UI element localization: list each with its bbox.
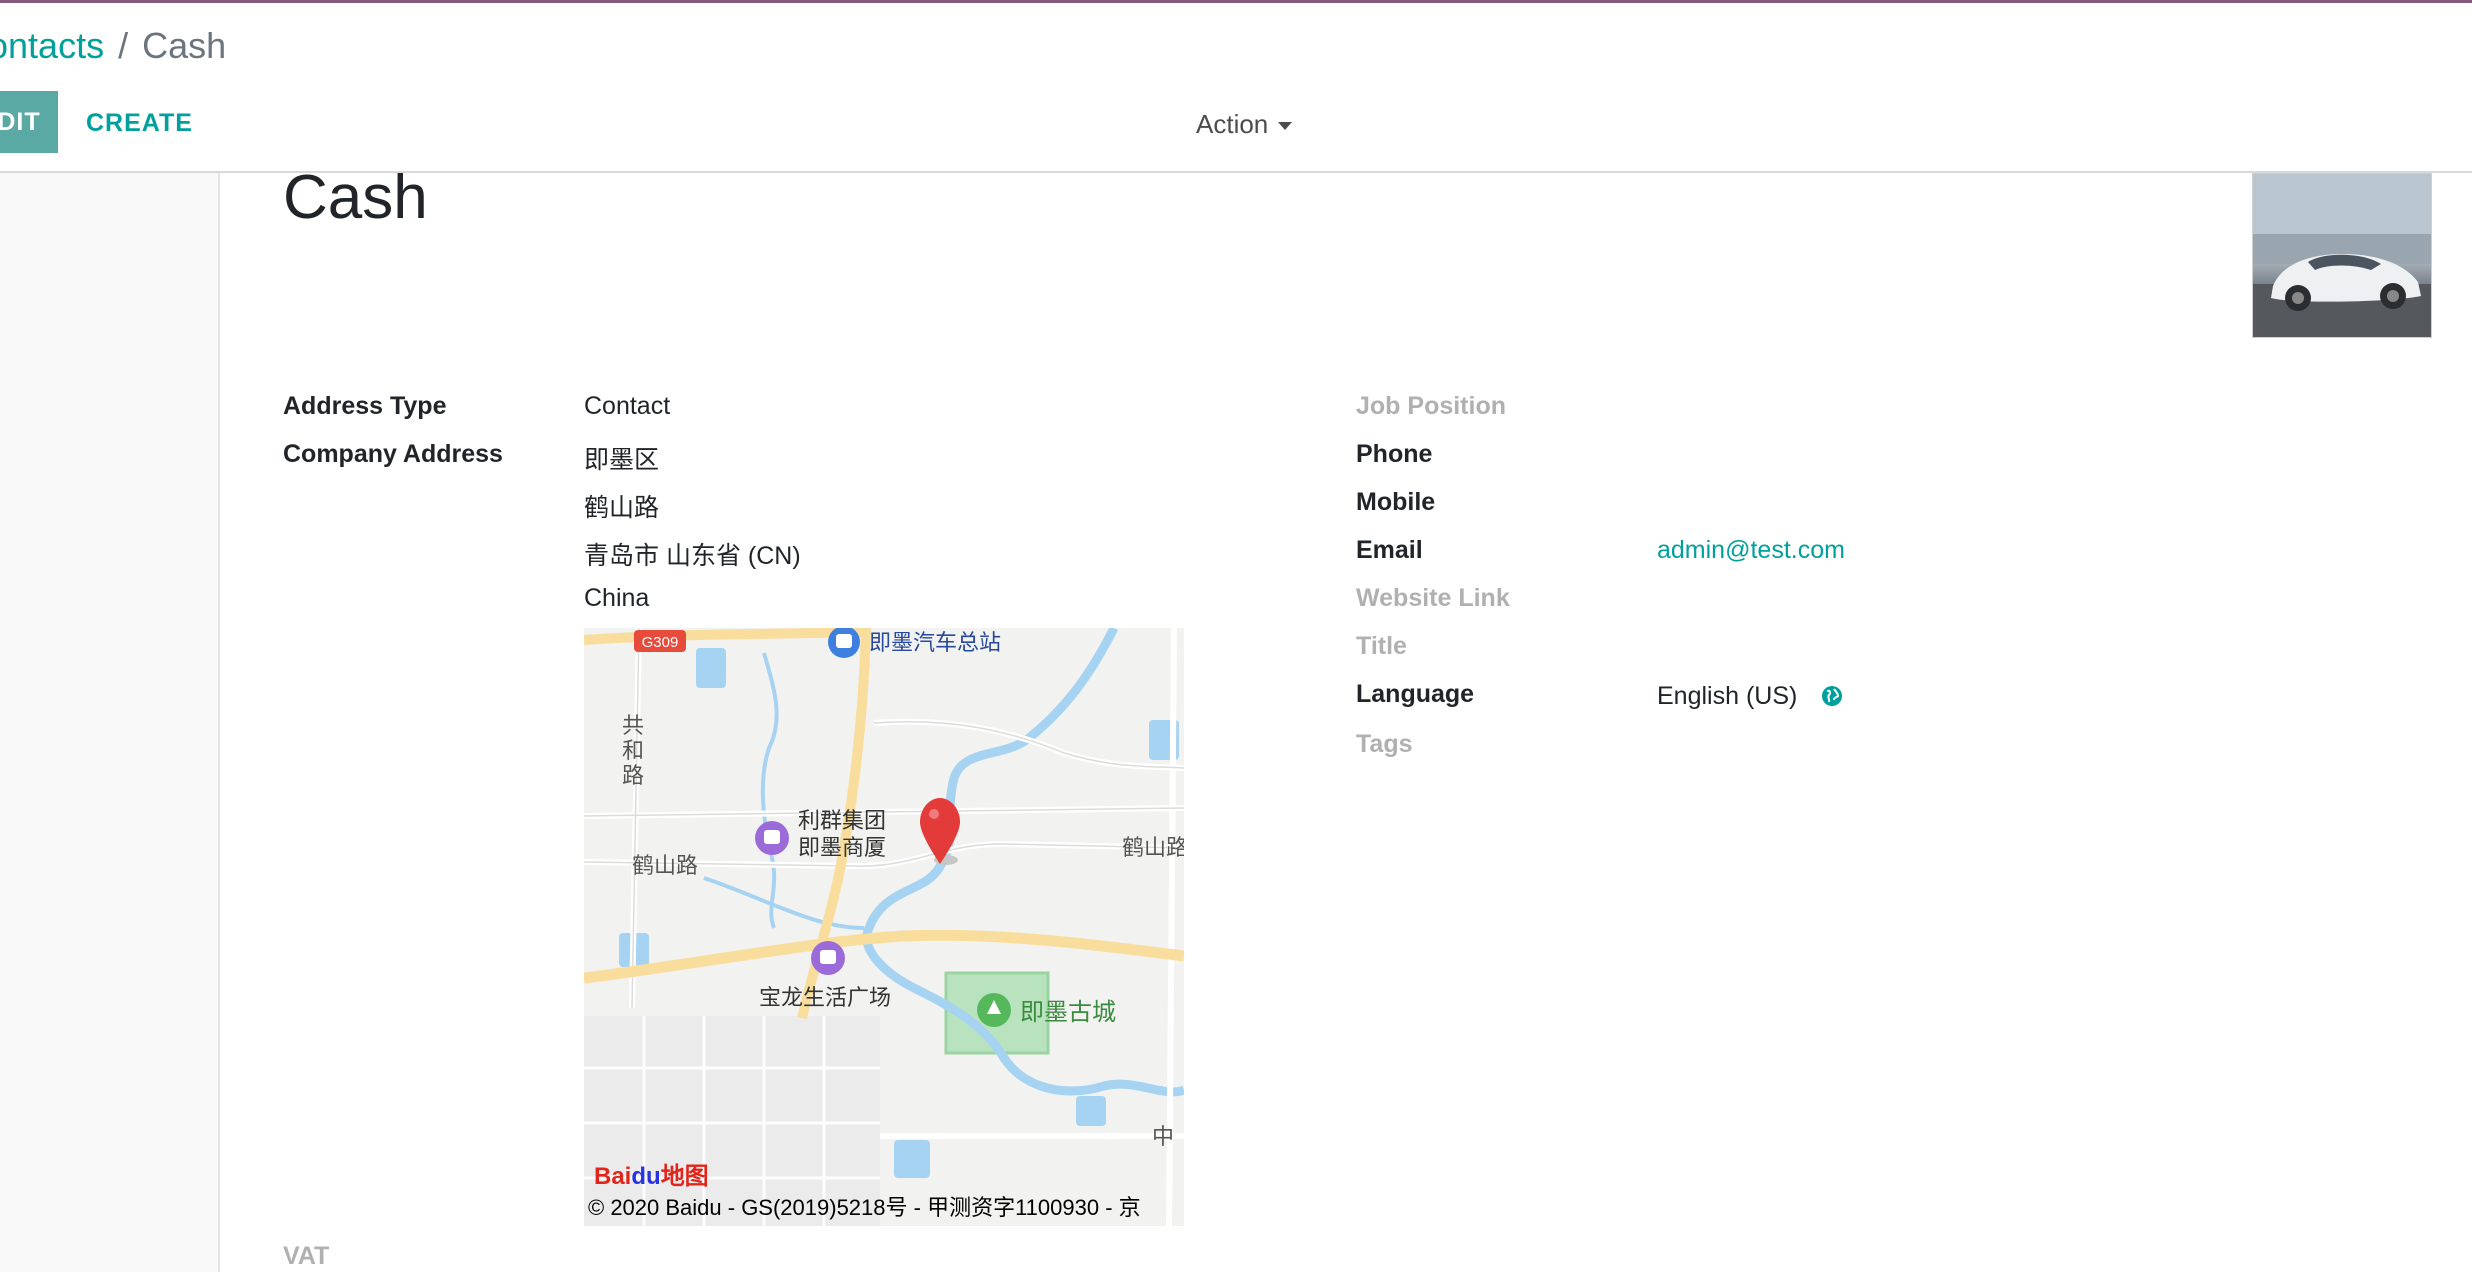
map-label-zhong: 中: [1152, 1125, 1174, 1150]
car-photo: [2253, 174, 2431, 337]
sheet-gutter: [0, 173, 220, 1272]
map-label-bus-station: 即墨汽车总站: [869, 631, 1001, 656]
map-label-gonghe-1: 共: [622, 714, 644, 739]
create-button[interactable]: CREATE: [86, 109, 193, 138]
email-value-link[interactable]: admin@test.com: [1657, 536, 1845, 565]
map-canvas: G309 即墨汽车总站 共 和 路 利群集团 即墨商厦 鹤山路 鹤山路 宝龙生活…: [584, 628, 1184, 1226]
baidu-logo: Baidu地图: [594, 1163, 709, 1190]
map-label-old-town: 即墨古城: [1020, 998, 1116, 1026]
vat-label: VAT: [283, 1242, 330, 1270]
job-position-label: Job Position: [1356, 392, 1506, 420]
map-copyright: © 2020 Baidu - GS(2019)5218号 - 甲测资字11009…: [588, 1195, 1141, 1220]
address-line-city-state: 青岛市 山东省 (CN): [584, 542, 801, 570]
globe-icon[interactable]: [1821, 685, 1843, 707]
action-label: Action: [1196, 109, 1269, 139]
map-label-gonghe-2: 和: [622, 739, 644, 764]
email-label: Email: [1356, 536, 1423, 564]
map-label-heshan-left: 鹤山路: [632, 854, 698, 879]
form-sheet: [220, 173, 2472, 1272]
address-line-country: China: [584, 584, 650, 612]
breadcrumb: ontacts / Cash: [0, 25, 226, 67]
address-line-street2: 鹤山路: [584, 494, 660, 522]
map-label-gonghe-3: 路: [622, 764, 644, 789]
edit-button[interactable]: DIT: [0, 91, 58, 153]
map-label-liqun-2: 即墨商厦: [798, 836, 886, 861]
address-type-label: Address Type: [283, 392, 447, 420]
map-label-baolong: 宝龙生活广场: [759, 986, 891, 1011]
address-map[interactable]: G309 即墨汽车总站 共 和 路 利群集团 即墨商厦 鹤山路 鹤山路 宝龙生活…: [584, 628, 1184, 1226]
map-label-liqun-1: 利群集团: [798, 809, 886, 834]
caret-down-icon: [1278, 122, 1293, 131]
breadcrumb-contacts-link[interactable]: ontacts: [0, 25, 104, 66]
title-label: Title: [1356, 632, 1407, 660]
website-label: Website Link: [1356, 584, 1510, 612]
company-address-label: Company Address: [283, 440, 503, 468]
record-title: Cash: [283, 163, 428, 232]
control-panel: ontacts / Cash DIT CREATE Action: [0, 3, 2472, 173]
language-value[interactable]: English (US): [1657, 682, 1797, 711]
breadcrumb-separator: /: [118, 25, 129, 66]
address-line-street: 即墨区: [584, 446, 660, 474]
action-dropdown[interactable]: Action: [1196, 109, 1293, 140]
breadcrumb-current: Cash: [142, 25, 227, 66]
mobile-label: Mobile: [1356, 488, 1436, 516]
map-label-g309: G309: [642, 634, 679, 651]
contact-avatar[interactable]: [2252, 173, 2432, 338]
phone-label: Phone: [1356, 440, 1433, 468]
tags-label: Tags: [1356, 730, 1413, 758]
language-label: Language: [1356, 680, 1475, 708]
address-type-value[interactable]: Contact: [584, 392, 670, 421]
map-label-heshan-right: 鹤山路: [1122, 836, 1184, 861]
